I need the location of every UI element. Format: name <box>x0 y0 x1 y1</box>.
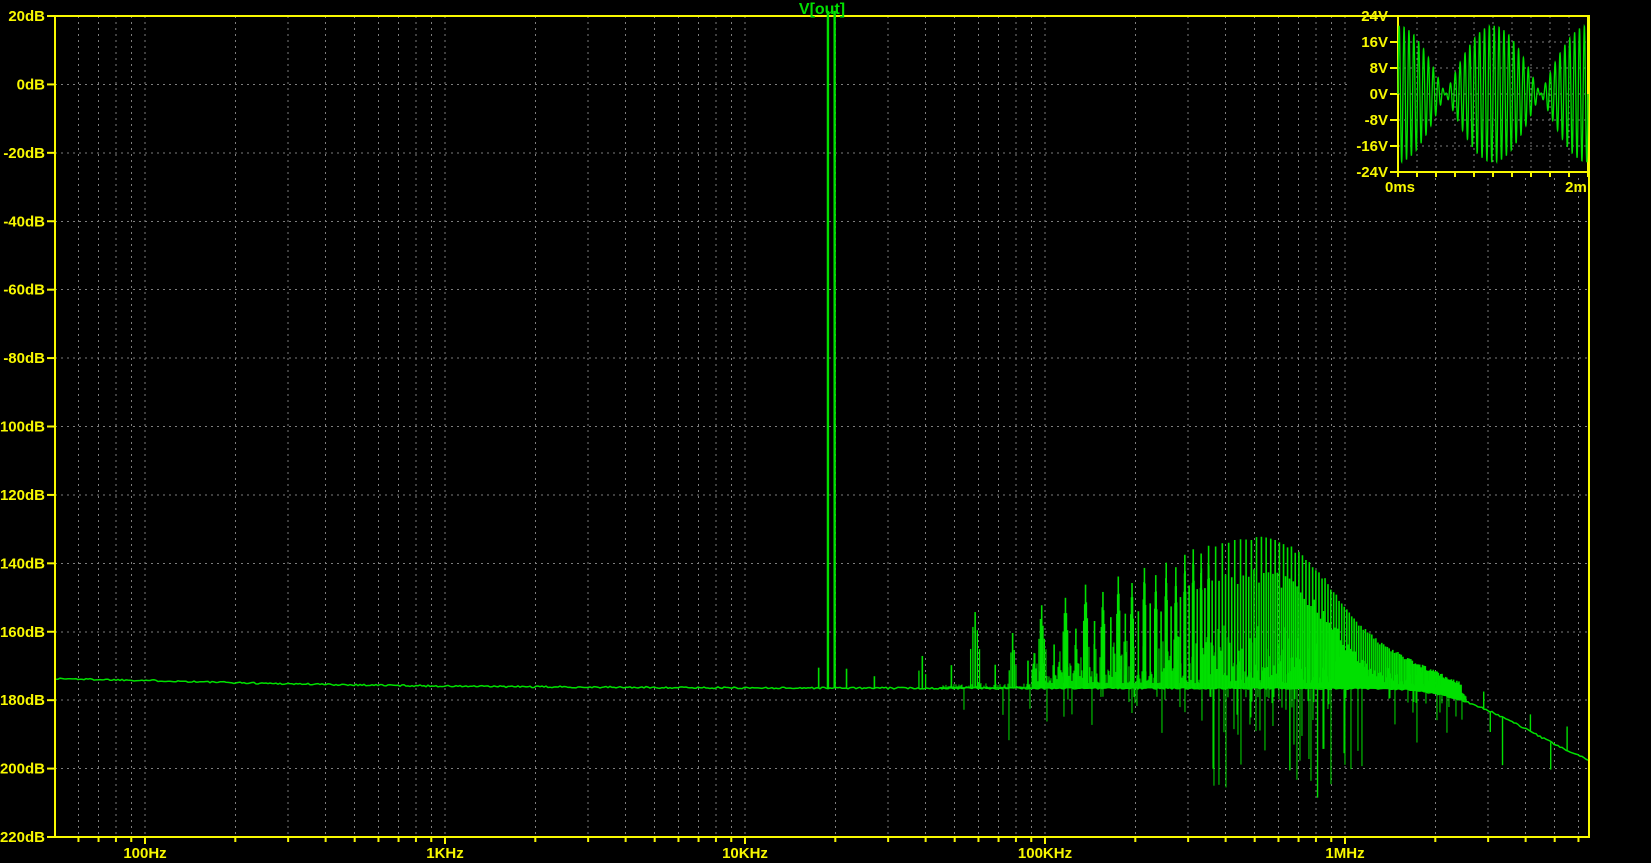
y-axis-label: -220dB <box>0 829 45 846</box>
inset-x-axis-label: 2m <box>1565 179 1587 196</box>
y-axis-label: -100dB <box>0 419 45 436</box>
y-axis-label: -40dB <box>3 213 45 230</box>
x-axis-label: 1KHz <box>426 845 464 862</box>
x-axis-label: 1MHz <box>1325 845 1364 862</box>
x-axis-label: 10KHz <box>722 845 768 862</box>
inset-y-axis-label: -24V <box>1356 164 1388 181</box>
y-axis-label: -140dB <box>0 555 45 572</box>
x-axis-label: 100KHz <box>1018 845 1072 862</box>
inset-y-axis-label: 8V <box>1370 60 1388 77</box>
axis-labels: 20dB 0dB -20dB -40dB -60dB -80dB -100dB -120dB -… <box>0 8 1580 862</box>
y-axis-label: 0dB <box>17 76 46 93</box>
ltspice-plot-window: V[out] 20dB 0dB -20dB -40dB -60dB -80dB -100dB… <box>0 0 1651 863</box>
inset-y-axis-label: 16V <box>1361 34 1388 51</box>
x-axis-label: 100Hz <box>123 845 166 862</box>
y-axis-label: -120dB <box>0 487 45 504</box>
y-axis-label: -80dB <box>3 350 45 367</box>
y-axis-label: -60dB <box>3 282 45 299</box>
inset-y-axis-label: 0V <box>1370 86 1388 103</box>
y-axis-label: -20dB <box>3 145 45 162</box>
y-axis-label: -200dB <box>0 761 45 778</box>
inset-x-axis-label: 0ms <box>1385 179 1415 196</box>
inset-y-axis-label: 24V <box>1361 8 1388 25</box>
y-axis-label: -160dB <box>0 624 45 641</box>
y-axis-label: -180dB <box>0 692 45 709</box>
plot-title trace-name[interactable]: V[out] <box>799 1 845 19</box>
y-axis-label: 20dB <box>8 8 45 25</box>
fft-plot-canvas[interactable]: 20dB 0dB -20dB -40dB -60dB -80dB -100dB -120dB -… <box>0 0 1651 863</box>
inset-y-axis-label: -8V <box>1365 112 1388 129</box>
inset-y-axis-label: -16V <box>1356 138 1388 155</box>
